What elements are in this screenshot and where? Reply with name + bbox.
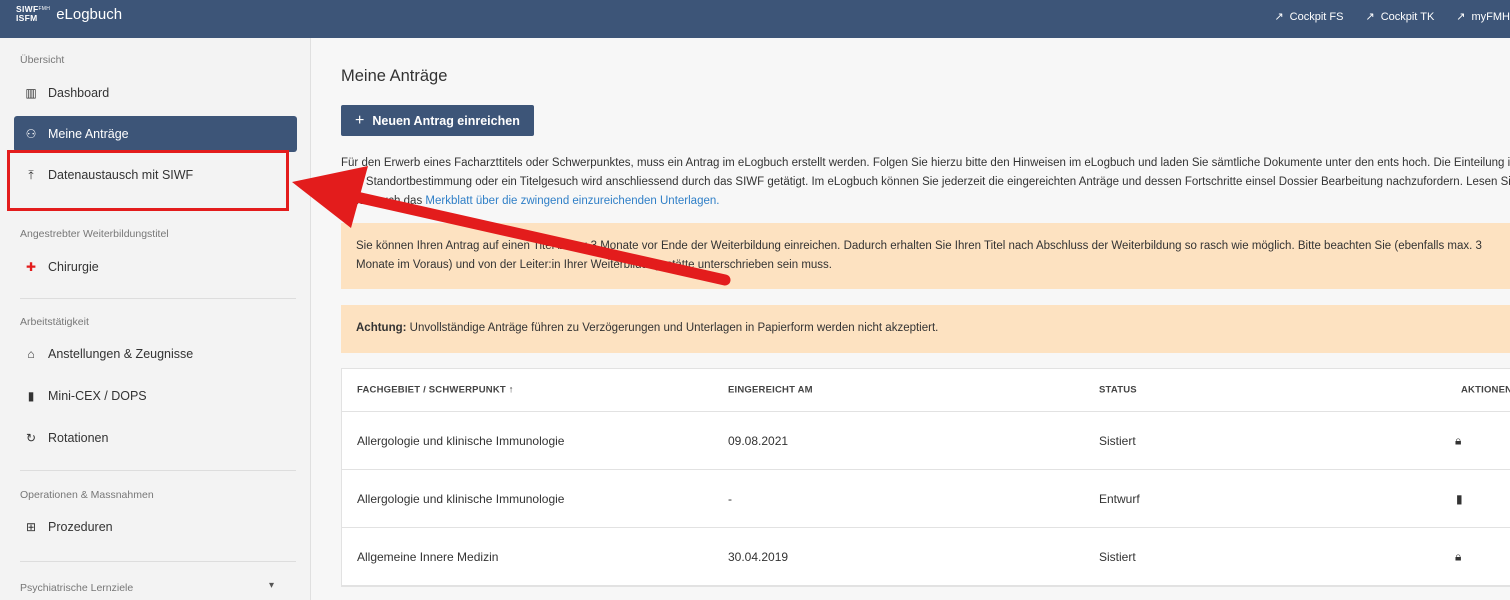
link-myfmh[interactable]: ↗ myFMH <box>1456 10 1510 24</box>
page-title: Meine Anträge <box>341 67 448 85</box>
sidebar-item-dashboard[interactable]: ▥ Dashboard <box>14 75 297 111</box>
table-header: FACHGEBIET / SCHWERPUNKT ↑ EINGEREICHT A… <box>342 369 1510 412</box>
cell-fachgebiet: Allergologie und klinische Immunologie <box>357 433 565 448</box>
external-arrow-icon: ↗ <box>1365 11 1375 23</box>
cell-status: Sistiert <box>1099 433 1136 448</box>
column-header-fachgebiet[interactable]: FACHGEBIET / SCHWERPUNKT ↑ <box>357 385 514 396</box>
external-arrow-icon: ↗ <box>1274 11 1284 23</box>
dashboard-icon: ▥ <box>25 86 37 100</box>
table-row[interactable]: Allergologie und klinische Immunologie -… <box>342 470 1510 528</box>
column-header-eingereicht[interactable]: EINGEREICHT AM <box>728 385 813 396</box>
user-stamp-icon: ⚇ <box>25 127 37 141</box>
section-label-psych[interactable]: Psychiatrische Lernziele <box>20 582 133 594</box>
plus-icon: + <box>355 111 365 129</box>
cell-eingereicht: - <box>728 491 732 506</box>
clipboard-icon: ▮ <box>27 389 35 403</box>
warning-alert: Achtung: Unvollständige Anträge führen z… <box>341 305 1510 353</box>
lock-icon[interactable]: 🔒︎ <box>1455 433 1461 448</box>
sort-arrow-up-icon: ↑ <box>508 384 514 396</box>
building-icon: ⌂ <box>27 347 35 361</box>
sidebar-item-meine-antraege[interactable]: ⚇ Meine Anträge <box>14 116 297 152</box>
table-row[interactable]: Allergologie und klinische Immunologie 0… <box>342 412 1510 470</box>
divider <box>20 470 296 471</box>
section-label-work: Arbeitstätigkeit <box>20 316 89 328</box>
divider <box>20 298 296 299</box>
cell-eingereicht: 30.04.2019 <box>728 549 789 564</box>
siwf-logo-mark: SIWFFMH ISFM <box>16 4 51 23</box>
cell-status: Entwurf <box>1099 491 1140 506</box>
requests-table: FACHGEBIET / SCHWERPUNKT ↑ EINGEREICHT A… <box>341 368 1510 587</box>
divider <box>20 561 296 562</box>
intro-text: Für den Erwerb eines Facharzttitels oder… <box>341 157 1510 207</box>
info-alert: Sie können Ihren Antrag auf einen Titel … <box>341 223 1510 289</box>
top-links: ↗ Cockpit FS ↗ Cockpit TK ↗ myFMH <box>1274 10 1510 24</box>
main-content: Meine Anträge + Neuen Antrag einreichen … <box>312 38 1510 600</box>
sidebar-item-rotationen[interactable]: ↻ Rotationen <box>14 420 297 456</box>
sidebar-item-prozeduren[interactable]: ⊞ Prozeduren <box>14 509 297 545</box>
sidebar-item-chirurgie[interactable]: ✚ Chirurgie <box>14 249 297 285</box>
merkblatt-link[interactable]: Merkblatt über die zwingend einzureichen… <box>425 195 719 207</box>
cell-status: Sistiert <box>1099 549 1136 564</box>
column-header-status[interactable]: STATUS <box>1099 385 1137 396</box>
sidebar-item-anstellungen[interactable]: ⌂ Anstellungen & Zeugnisse <box>14 336 297 372</box>
column-header-aktionen: AKTIONEN <box>1461 384 1510 396</box>
sidebar: Übersicht ▥ Dashboard ⚇ Meine Anträge ⤒ … <box>0 38 311 600</box>
app-name: eLogbuch <box>56 5 123 23</box>
rotation-icon: ↻ <box>25 431 37 445</box>
chevron-down-icon[interactable]: ▾ <box>269 580 274 591</box>
cell-fachgebiet: Allgemeine Innere Medizin <box>357 549 499 564</box>
cell-eingereicht: 09.08.2021 <box>728 433 789 448</box>
swiss-cross-icon: ✚ <box>25 260 37 274</box>
logo[interactable]: SIWFFMH ISFM eLogbuch <box>16 5 122 23</box>
sidebar-item-minicex[interactable]: ▮ Mini-CEX / DOPS <box>14 378 297 414</box>
section-label-overview: Übersicht <box>20 54 65 66</box>
plus-square-icon: ⊞ <box>25 520 37 534</box>
external-arrow-icon: ↗ <box>1456 11 1466 23</box>
link-cockpit-tk[interactable]: ↗ Cockpit TK <box>1365 10 1434 24</box>
table-row[interactable]: Allgemeine Innere Medizin 30.04.2019 Sis… <box>342 528 1510 586</box>
cell-fachgebiet: Allergologie und klinische Immunologie <box>357 491 565 506</box>
trash-icon[interactable]: ▮ <box>1456 492 1463 506</box>
section-label-ops: Operationen & Massnahmen <box>20 489 154 501</box>
new-request-button[interactable]: + Neuen Antrag einreichen <box>341 105 534 136</box>
lock-icon[interactable]: 🔒︎ <box>1455 549 1461 564</box>
top-navbar: SIWFFMH ISFM eLogbuch ↗ Cockpit FS ↗ Coc… <box>0 0 1510 38</box>
highlight-box <box>7 150 289 211</box>
section-label-title: Angestrebter Weiterbildungstitel <box>20 228 169 240</box>
link-cockpit-fs[interactable]: ↗ Cockpit FS <box>1274 10 1343 24</box>
